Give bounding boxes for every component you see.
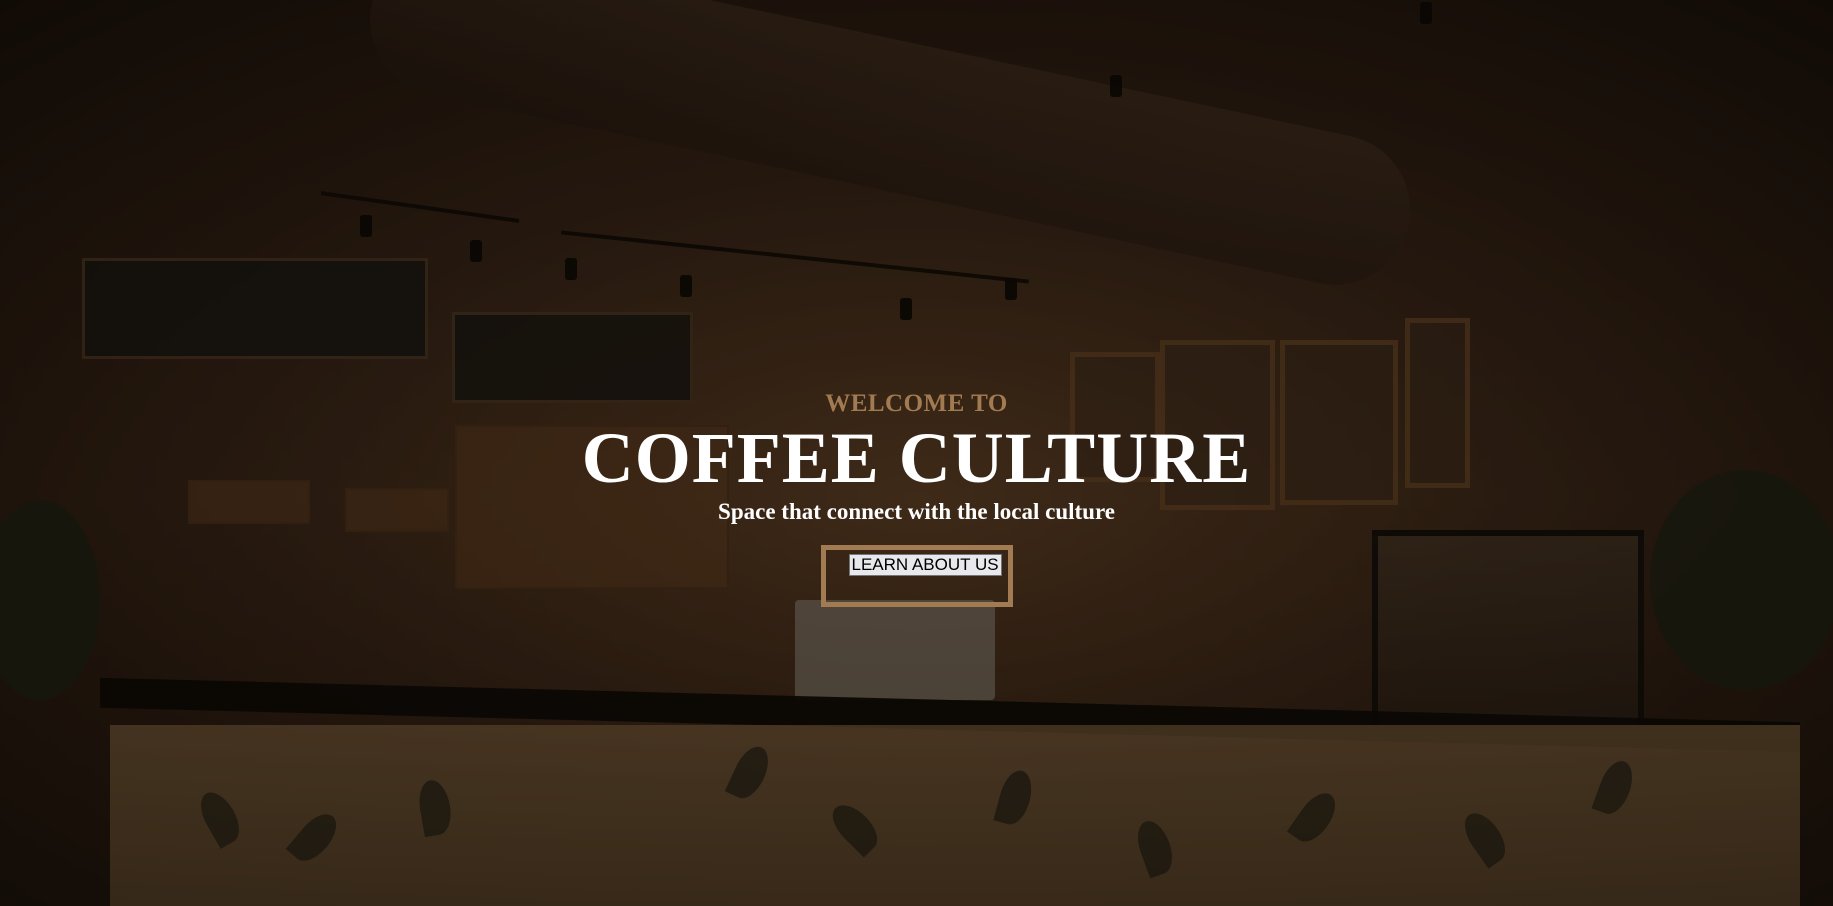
learn-about-us-button[interactable]: LEARN ABOUT US: [848, 554, 1002, 576]
hero-content: WELCOME TO COFFEE CULTURE Space that con…: [0, 390, 1833, 607]
hero-subtitle: Space that connect with the local cultur…: [718, 499, 1115, 524]
hero-section: WELCOME TO COFFEE CULTURE Space that con…: [0, 0, 1833, 906]
welcome-eyebrow: WELCOME TO: [825, 390, 1008, 417]
cta-frame: LEARN ABOUT US: [820, 545, 1013, 607]
site-title: COFFEE CULTURE: [581, 418, 1252, 498]
